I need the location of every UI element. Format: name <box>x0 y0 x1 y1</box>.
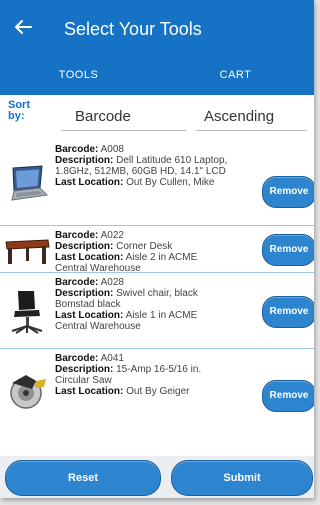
barcode-label: Barcode: <box>55 230 99 241</box>
bottom-bar: Reset Submit <box>0 456 314 498</box>
sort-field-value: Barcode <box>75 108 131 125</box>
item-details: Barcode: A022 Description: Corner Desk L… <box>55 230 230 274</box>
remove-button[interactable]: Remove <box>262 380 314 412</box>
barcode-value: A041 <box>100 353 124 364</box>
reset-button[interactable]: Reset <box>5 460 161 496</box>
list-item: Barcode: A041 Description: 15-Amp 16-5/1… <box>0 349 314 456</box>
tab-bar: TOOLS CART <box>0 55 314 150</box>
location-label: Last Location: <box>55 386 124 397</box>
back-arrow-icon[interactable] <box>10 14 36 40</box>
item-details: Barcode: A008 Description: Dell Latitude… <box>55 144 230 188</box>
barcode-label: Barcode: <box>55 277 99 288</box>
list-item: Barcode: A022 Description: Corner Desk L… <box>0 226 314 274</box>
barcode-label: Barcode: <box>55 353 99 364</box>
desk-icon <box>5 239 50 264</box>
item-details: Barcode: A041 Description: 15-Amp 16-5/1… <box>55 353 230 397</box>
tool-list[interactable]: Barcode: A008 Description: Dell Latitude… <box>0 140 314 456</box>
description-value: Corner Desk <box>116 241 173 252</box>
location-label: Last Location: <box>55 177 124 188</box>
tab-cart[interactable]: CART <box>157 55 314 95</box>
remove-button[interactable]: Remove <box>262 296 314 328</box>
description-label: Description: <box>55 288 114 299</box>
chair-icon <box>11 291 43 334</box>
barcode-label: Barcode: <box>55 144 99 155</box>
tab-tools[interactable]: TOOLS <box>0 55 157 95</box>
description-label: Description: <box>55 241 114 252</box>
location-label: Last Location: <box>55 252 124 263</box>
description-label: Description: <box>55 364 114 375</box>
location-label: Last Location: <box>55 310 124 321</box>
remove-button[interactable]: Remove <box>262 176 314 208</box>
submit-button[interactable]: Submit <box>171 460 313 496</box>
location-value: Out By Cullen, Mike <box>126 177 215 188</box>
description-label: Description: <box>55 155 114 166</box>
barcode-value: A008 <box>100 144 124 155</box>
location-value: Out By Geiger <box>126 386 190 397</box>
page-title: Select Your Tools <box>64 19 202 39</box>
sort-field-select[interactable]: Barcode <box>61 106 186 131</box>
remove-button[interactable]: Remove <box>262 234 314 266</box>
app-bar: Select Your Tools <box>0 0 314 55</box>
list-item: Barcode: A028 Description: Swivel chair,… <box>0 273 314 349</box>
item-details: Barcode: A028 Description: Swivel chair,… <box>55 277 230 332</box>
sort-order-select[interactable]: Ascending <box>196 106 307 131</box>
sort-order-value: Ascending <box>204 108 275 125</box>
sort-label: Sort by: <box>8 99 30 122</box>
barcode-value: A028 <box>100 277 124 288</box>
app-screen: Select Your Tools TOOLS CART Sort by: Ba… <box>0 0 314 498</box>
list-item: Barcode: A008 Description: Dell Latitude… <box>0 140 314 226</box>
saw-icon <box>10 375 46 409</box>
laptop-icon <box>11 165 49 201</box>
barcode-value: A022 <box>100 230 124 241</box>
